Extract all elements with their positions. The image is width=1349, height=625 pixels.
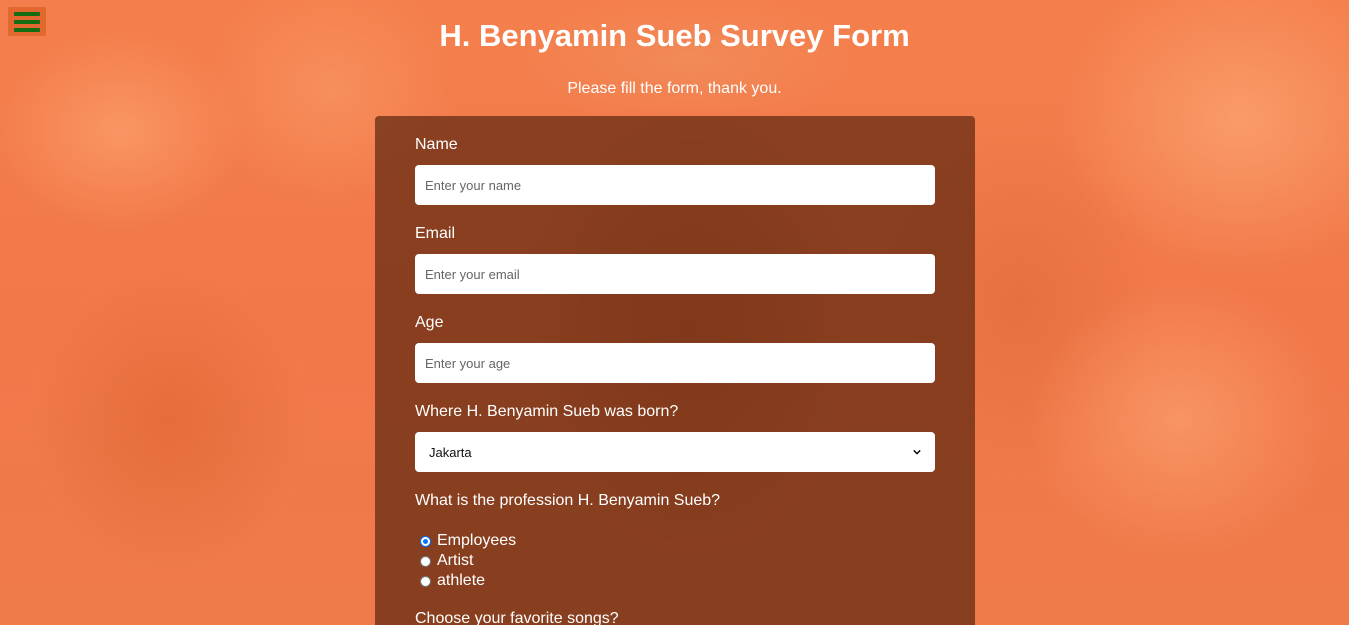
- songs-label: Choose your favorite songs?: [415, 610, 619, 625]
- profession-option-artist[interactable]: Artist: [420, 552, 473, 570]
- radio-button[interactable]: [420, 535, 431, 547]
- profession-label: What is the profession H. Benyamin Sueb?: [415, 492, 721, 509]
- email-label: Email: [415, 225, 456, 242]
- radio-button[interactable]: [420, 575, 431, 587]
- page-title: H. Benyamin Sueb Survey Form: [439, 18, 910, 53]
- radio-button[interactable]: [420, 555, 431, 567]
- radio-label: athlete: [437, 572, 486, 589]
- profession-option-athlete[interactable]: athlete: [420, 572, 485, 590]
- profession-option-employees[interactable]: Employees: [420, 532, 516, 550]
- name-input[interactable]: [415, 165, 935, 205]
- birthplace-select[interactable]: Jakarta: [415, 432, 935, 472]
- age-input[interactable]: [415, 343, 935, 383]
- email-input[interactable]: [415, 254, 935, 294]
- survey-form: Name Email Age Where H. Benyamin Sueb wa…: [375, 116, 975, 625]
- birthplace-label: Where H. Benyamin Sueb was born?: [415, 403, 679, 420]
- radio-label: Employees: [437, 532, 517, 549]
- radio-label: Artist: [437, 552, 474, 569]
- name-label: Name: [415, 136, 458, 153]
- chevron-down-icon: [913, 449, 921, 455]
- hamburger-menu-icon: [14, 11, 40, 16]
- age-label: Age: [415, 314, 444, 331]
- birthplace-selected-value: Jakarta: [429, 444, 472, 460]
- page-subtitle: Please fill the form, thank you.: [567, 80, 782, 97]
